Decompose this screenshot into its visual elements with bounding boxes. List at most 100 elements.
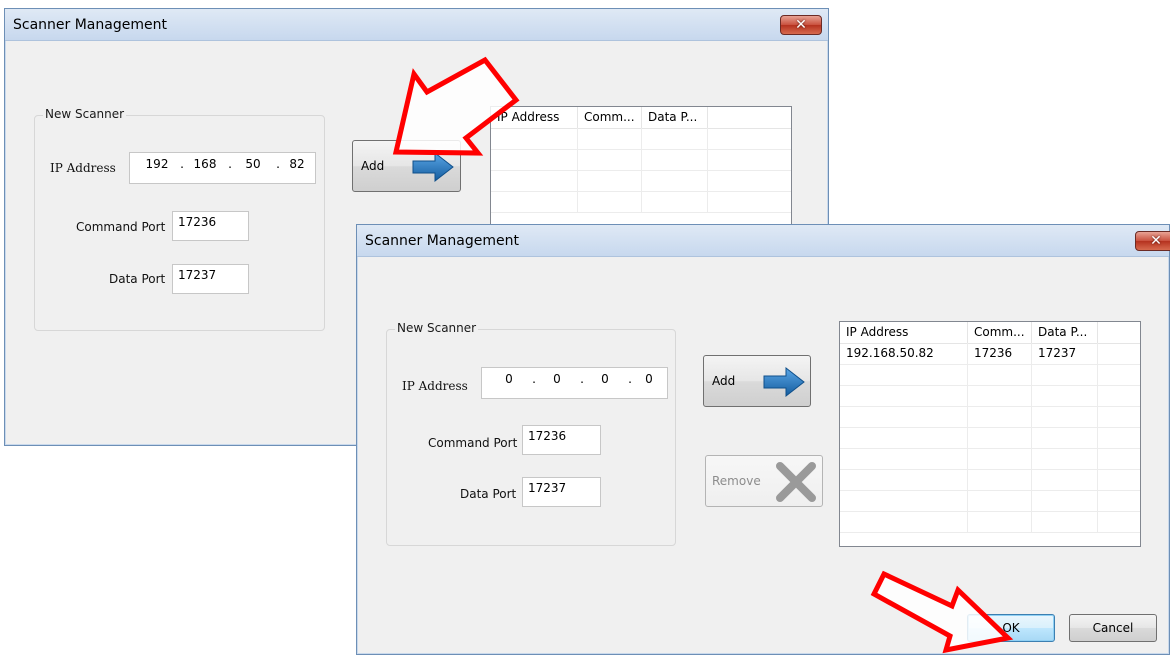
ip-octet-1: 192 bbox=[145, 157, 169, 171]
ip-octet-4: 0 bbox=[645, 372, 653, 386]
list-cell bbox=[491, 128, 578, 149]
list-cell bbox=[840, 490, 968, 511]
list-item bbox=[840, 406, 1140, 428]
list-cell bbox=[642, 191, 708, 212]
ok-button[interactable]: OK bbox=[967, 614, 1055, 642]
screenshot-stage: Scanner Management ✕ New Scanner IP Addr… bbox=[0, 0, 1170, 655]
list-cell bbox=[1032, 469, 1098, 490]
list-cell bbox=[968, 469, 1032, 490]
list-cell bbox=[968, 364, 1032, 385]
list-cell bbox=[578, 170, 642, 191]
list-cell bbox=[491, 170, 578, 191]
list-cell bbox=[840, 448, 968, 469]
list-cell bbox=[1032, 385, 1098, 406]
add-button[interactable]: Add bbox=[703, 355, 811, 407]
list-cell bbox=[968, 406, 1032, 427]
list-header: IP Address Comm... Data P... bbox=[840, 322, 1140, 344]
list-item bbox=[491, 191, 791, 213]
column-ip-address[interactable]: IP Address bbox=[491, 107, 578, 128]
column-command-port[interactable]: Comm... bbox=[578, 107, 642, 128]
ip-dot: . bbox=[228, 157, 232, 171]
add-button-label: Add bbox=[361, 159, 385, 173]
remove-button-label: Remove bbox=[712, 474, 761, 488]
right-arrow-icon bbox=[412, 151, 454, 183]
group-label: New Scanner bbox=[395, 321, 479, 335]
title-bar[interactable]: Scanner Management ✕ bbox=[357, 225, 1170, 257]
close-button[interactable]: ✕ bbox=[780, 15, 822, 35]
ip-octet-3: 50 bbox=[245, 157, 261, 171]
list-cell bbox=[840, 469, 968, 490]
ip-address-input[interactable]: 192 . 168 . 50 . 82 bbox=[129, 152, 316, 184]
list-cell bbox=[840, 427, 968, 448]
cell-command-port: 17236 bbox=[968, 343, 1032, 364]
list-item bbox=[840, 364, 1140, 386]
title-bar[interactable]: Scanner Management ✕ bbox=[5, 9, 828, 41]
list-item bbox=[491, 149, 791, 171]
list-item bbox=[840, 385, 1140, 407]
ok-button-label: OK bbox=[1002, 621, 1020, 635]
list-cell bbox=[840, 511, 968, 532]
list-item[interactable]: 192.168.50.82 17236 17237 bbox=[840, 343, 1140, 365]
list-cell bbox=[968, 427, 1032, 448]
add-button[interactable]: Add bbox=[352, 140, 461, 192]
command-port-input[interactable]: 17236 bbox=[522, 425, 601, 455]
remove-x-icon bbox=[776, 462, 816, 502]
command-port-input[interactable]: 17236 bbox=[172, 211, 249, 241]
cell-ip-address: 192.168.50.82 bbox=[840, 343, 968, 364]
ip-address-label: IP Address bbox=[402, 379, 468, 393]
ip-octet-4: 82 bbox=[289, 157, 305, 171]
data-port-label: Data Port bbox=[460, 487, 517, 501]
list-cell bbox=[491, 149, 578, 170]
remove-button[interactable]: Remove bbox=[705, 455, 823, 507]
column-ip-address[interactable]: IP Address bbox=[840, 322, 968, 343]
ip-address-input[interactable]: 0 . 0 . 0 . 0 bbox=[481, 367, 668, 399]
cell-data-port: 17237 bbox=[1032, 343, 1098, 364]
list-cell bbox=[968, 385, 1032, 406]
list-cell bbox=[578, 149, 642, 170]
list-item bbox=[491, 170, 791, 192]
ip-octet-3: 0 bbox=[601, 372, 609, 386]
list-cell bbox=[840, 406, 968, 427]
right-arrow-icon bbox=[763, 366, 805, 398]
list-item bbox=[840, 469, 1140, 491]
data-port-label: Data Port bbox=[109, 272, 166, 286]
list-cell bbox=[1032, 364, 1098, 385]
ip-dot: . bbox=[532, 372, 536, 386]
list-cell bbox=[840, 364, 968, 385]
data-port-input[interactable]: 17237 bbox=[522, 477, 601, 507]
list-cell bbox=[578, 128, 642, 149]
data-port-input[interactable]: 17237 bbox=[172, 264, 249, 294]
list-cell bbox=[1032, 490, 1098, 511]
list-cell bbox=[968, 490, 1032, 511]
list-cell bbox=[1032, 406, 1098, 427]
command-port-label: Command Port bbox=[76, 220, 166, 234]
scanner-list[interactable]: IP Address Comm... Data P... 192.168.50.… bbox=[839, 321, 1141, 547]
ip-octet-2: 0 bbox=[553, 372, 561, 386]
list-item bbox=[840, 490, 1140, 512]
ip-dot: . bbox=[628, 372, 632, 386]
ip-octet-2: 168 bbox=[193, 157, 217, 171]
list-cell bbox=[1032, 448, 1098, 469]
list-cell bbox=[968, 511, 1032, 532]
close-button[interactable]: ✕ bbox=[1135, 231, 1170, 251]
list-cell bbox=[840, 385, 968, 406]
ip-dot: . bbox=[580, 372, 584, 386]
window-title: Scanner Management bbox=[365, 233, 519, 249]
cancel-button-label: Cancel bbox=[1092, 621, 1134, 635]
list-item bbox=[840, 511, 1140, 533]
list-cell bbox=[491, 191, 578, 212]
list-cell bbox=[642, 170, 708, 191]
list-cell bbox=[642, 128, 708, 149]
list-cell bbox=[1032, 511, 1098, 532]
column-data-port[interactable]: Data P... bbox=[1032, 322, 1098, 343]
column-command-port[interactable]: Comm... bbox=[968, 322, 1032, 343]
ip-dot: . bbox=[180, 157, 184, 171]
scanner-management-window-front: Scanner Management ✕ New Scanner IP Addr… bbox=[356, 224, 1170, 655]
cancel-button[interactable]: Cancel bbox=[1069, 614, 1157, 642]
list-item bbox=[491, 128, 791, 150]
ip-dot: . bbox=[276, 157, 280, 171]
column-data-port[interactable]: Data P... bbox=[642, 107, 708, 128]
add-button-label: Add bbox=[712, 374, 736, 388]
list-cell bbox=[968, 448, 1032, 469]
list-item bbox=[840, 427, 1140, 449]
